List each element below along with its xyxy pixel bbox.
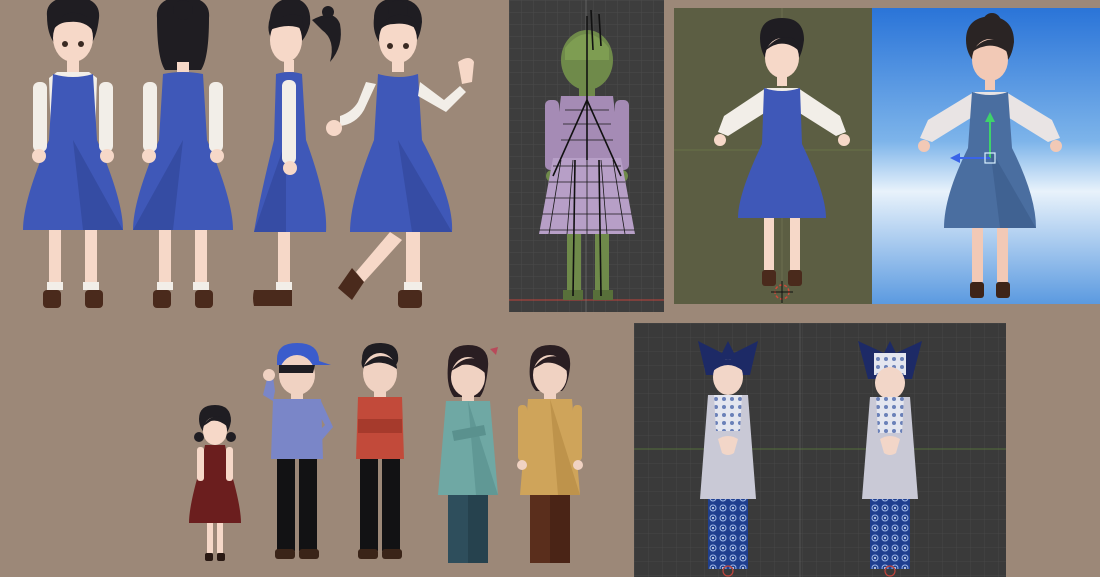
lineup-illustration bbox=[189, 343, 583, 563]
girl-walk-pose bbox=[326, 0, 474, 308]
rig-viewport[interactable] bbox=[509, 0, 664, 312]
t-pose-sky-canvas bbox=[872, 8, 1100, 304]
turnaround-sheet bbox=[0, 0, 505, 320]
rig-viewport-canvas bbox=[509, 0, 664, 312]
character-lineup bbox=[175, 335, 595, 575]
woman-teal-kebaya bbox=[438, 345, 498, 563]
t-pose-render-olive[interactable] bbox=[674, 8, 872, 304]
t-pose-olive-canvas bbox=[674, 8, 872, 304]
costume-viewport-canvas bbox=[634, 323, 1006, 577]
t-pose-render-sky[interactable] bbox=[872, 8, 1100, 304]
girl-side-view bbox=[253, 0, 341, 306]
turnaround-illustration bbox=[23, 0, 474, 308]
boy-red-shirt bbox=[356, 343, 404, 559]
girl-front-view bbox=[23, 0, 123, 308]
girl-red-dress bbox=[189, 405, 241, 561]
woman-gold-kebaya bbox=[517, 345, 583, 563]
girl-back-view bbox=[133, 0, 233, 308]
costume-viewport[interactable] bbox=[634, 323, 1006, 577]
boy-blue-cap bbox=[263, 343, 333, 559]
